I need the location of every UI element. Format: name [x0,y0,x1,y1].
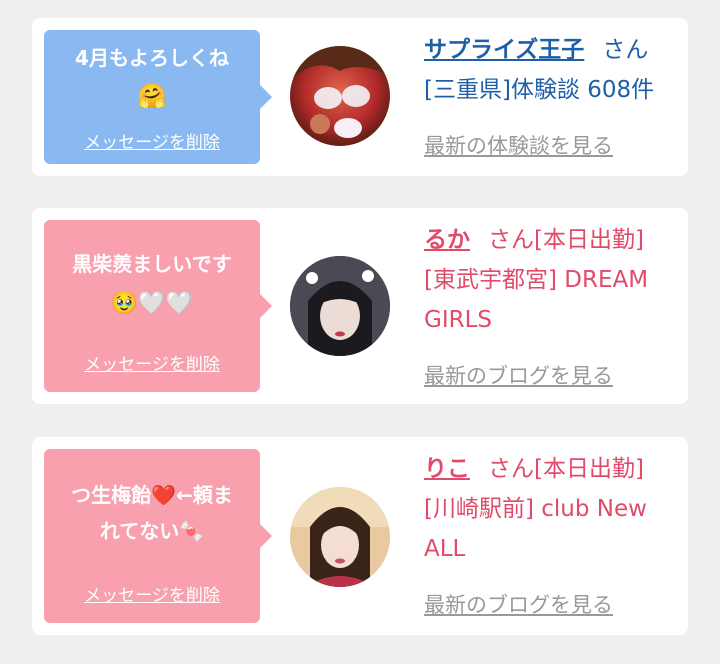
user-name[interactable]: りこ [424,456,470,482]
user-detail: [川崎駅前] club New [424,496,647,522]
san-label: さん[本日出勤] [488,227,644,253]
message-bubble: つ生梅飴❤️←頼ま れてない🍬 メッセージを削除 [44,449,272,623]
user-detail: [三重県]体験談 608件 [424,77,655,103]
message-bubble: 4月もよろしくね 🤗 メッセージを削除 [44,30,272,164]
san-label: さん[本日出勤] [488,456,644,482]
user-detail: [東武宇都宮] DREAM [424,267,649,293]
message-text: 4月もよろしくね [75,46,229,70]
message-text: つ生梅飴❤️←頼ま [71,483,233,507]
avatar[interactable] [290,487,390,587]
message-emoji: 🤗 [137,82,167,110]
latest-review-link[interactable]: 最新の体験談を見る [424,130,613,160]
san-label: さん [602,37,649,63]
user-info: りこ さん[本日出勤] [川崎駅前] club New ALL [424,449,668,569]
user-detail: ALL [424,536,466,562]
delete-message-link[interactable]: メッセージを削除 [44,581,260,606]
message-card: 黒柴羨ましいです 🥹🤍🤍 メッセージを削除 るか さん[本日出勤] [東武宇都宮]… [32,208,688,404]
message-card: 4月もよろしくね 🤗 メッセージを削除 サプライズ王子 さん [三重県]体験談 … [32,18,688,176]
avatar[interactable] [290,46,390,146]
avatar[interactable] [290,256,390,356]
latest-blog-link[interactable]: 最新のブログを見る [424,589,613,619]
user-name[interactable]: るか [424,227,470,253]
message-card: つ生梅飴❤️←頼ま れてない🍬 メッセージを削除 りこ さん[本日出勤] [川崎駅… [32,437,688,635]
message-emoji: 🥹🤍🤍 [110,291,194,316]
delete-message-link[interactable]: メッセージを削除 [44,350,260,375]
delete-message-link[interactable]: メッセージを削除 [44,128,260,153]
message-text: 黒柴羨ましいです [72,252,232,276]
user-info: サプライズ王子 さん [三重県]体験談 608件 [424,30,668,110]
user-detail: GIRLS [424,307,493,333]
user-info: るか さん[本日出勤] [東武宇都宮] DREAM GIRLS [424,220,668,340]
message-text: れてない🍬 [99,519,205,543]
latest-blog-link[interactable]: 最新のブログを見る [424,360,613,390]
message-bubble: 黒柴羨ましいです 🥹🤍🤍 メッセージを削除 [44,220,272,392]
user-name[interactable]: サプライズ王子 [424,37,584,63]
